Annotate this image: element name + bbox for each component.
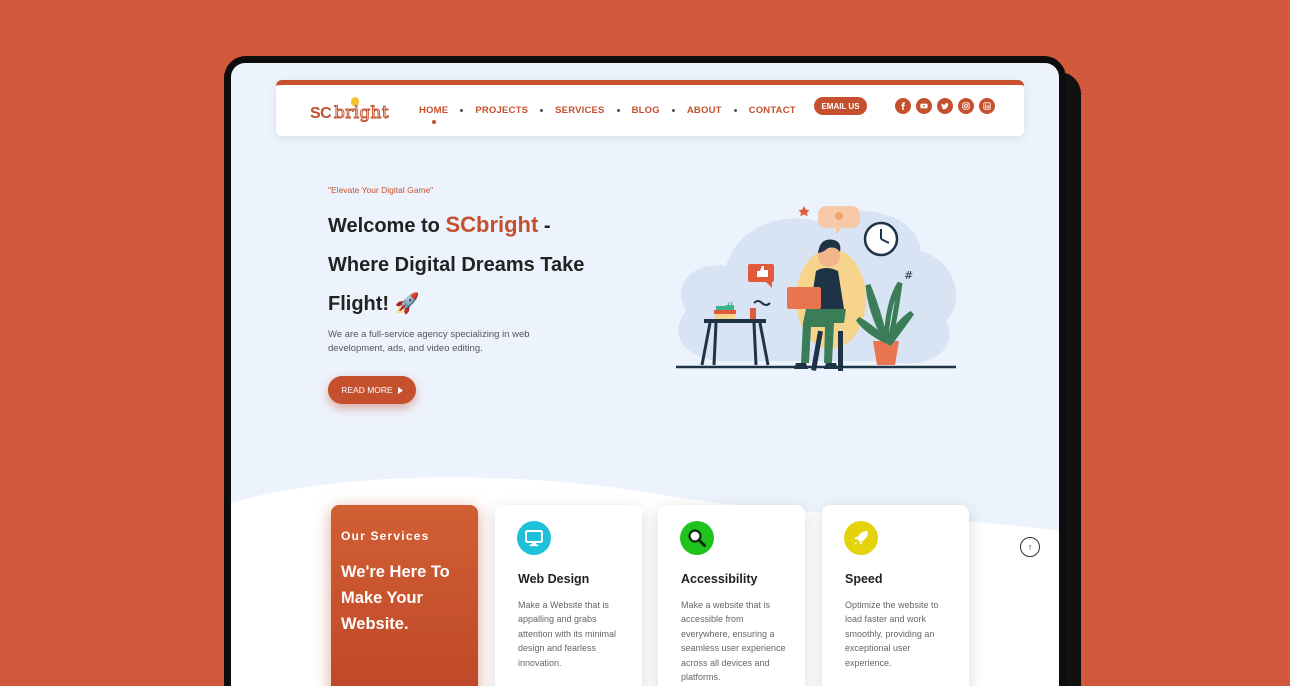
hero-title-line2: Where Digital Dreams Take [328,254,585,276]
nav-item-contact[interactable]: CONTACT [749,105,796,116]
svg-text:#: # [904,269,913,282]
service-card-accessibility[interactable]: Accessibility Make a website that is acc… [658,505,805,686]
monitor-icon [517,521,551,555]
nav-item-projects[interactable]: PROJECTS [475,105,528,116]
menu-separator [733,109,737,112]
logo-prefix: SC [310,105,332,122]
navbar: SC bright HOME PROJECTS SERVICES BLOG AB… [276,80,1024,136]
caret-right-icon [397,386,403,394]
scroll-to-top-button[interactable]: ↑ [1020,537,1040,557]
hero-description: We are a full-service agency specializin… [328,329,530,354]
twitter-icon[interactable] [937,98,953,114]
service-description: Make a Website that is appalling and gra… [518,600,617,668]
menu-separator [616,109,620,112]
service-title: Web Design [518,572,590,586]
service-description: Optimize the website to load faster and … [845,600,939,668]
email-us-button[interactable]: EMAIL US [814,97,867,115]
service-description: Make a website that is accessible from e… [681,600,786,683]
nav-item-about[interactable]: ABOUT [687,105,722,116]
hero-title-brand: SCbright [445,212,539,237]
services-subheading: Our Services [341,529,430,543]
service-card-speed[interactable]: Speed Optimize the website to load faste… [822,505,969,686]
logo[interactable]: SC bright [310,97,400,126]
website-screen: SC bright HOME PROJECTS SERVICES BLOG AB… [231,63,1059,686]
social-links [895,98,995,114]
rocket-icon [844,521,878,555]
hero-title-post: - [538,215,551,237]
menu-separator [540,109,544,112]
main-menu: HOME PROJECTS SERVICES BLOG ABOUT CONTAC… [419,105,796,124]
nav-item-home[interactable]: HOME [419,105,448,124]
services-heading: We're Here To Make Your Website. [341,563,450,633]
nav-item-blog[interactable]: BLOG [632,105,660,116]
menu-separator [460,109,464,112]
service-title: Accessibility [681,572,758,586]
youtube-icon[interactable] [916,98,932,114]
menu-separator [671,109,675,112]
tablet-frame: SC bright HOME PROJECTS SERVICES BLOG AB… [224,56,1066,686]
service-title: Speed [845,572,883,586]
read-more-button[interactable]: READ MORE [328,376,416,404]
services-intro-card: Our Services We're Here To Make Your Web… [331,505,478,686]
facebook-icon[interactable] [895,98,911,114]
logo-suffix: bright [334,103,390,124]
read-more-label: READ MORE [341,385,393,395]
hero-title: Welcome to SCbright - Where Digital Drea… [328,205,608,324]
hero-title-pre: Welcome to [328,215,440,237]
hero-tagline: "Elevate Your Digital Game" [328,185,434,195]
wall-clock [863,221,899,257]
hero-title-line3: Flight! 🚀 [328,293,420,315]
nav-item-services[interactable]: SERVICES [555,105,604,116]
service-card-web-design[interactable]: Web Design Make a Website that is appall… [495,505,642,686]
hero-illustration: # # [676,206,957,371]
magnifier-icon [680,521,714,555]
linkedin-icon[interactable] [979,98,995,114]
instagram-icon[interactable] [958,98,974,114]
